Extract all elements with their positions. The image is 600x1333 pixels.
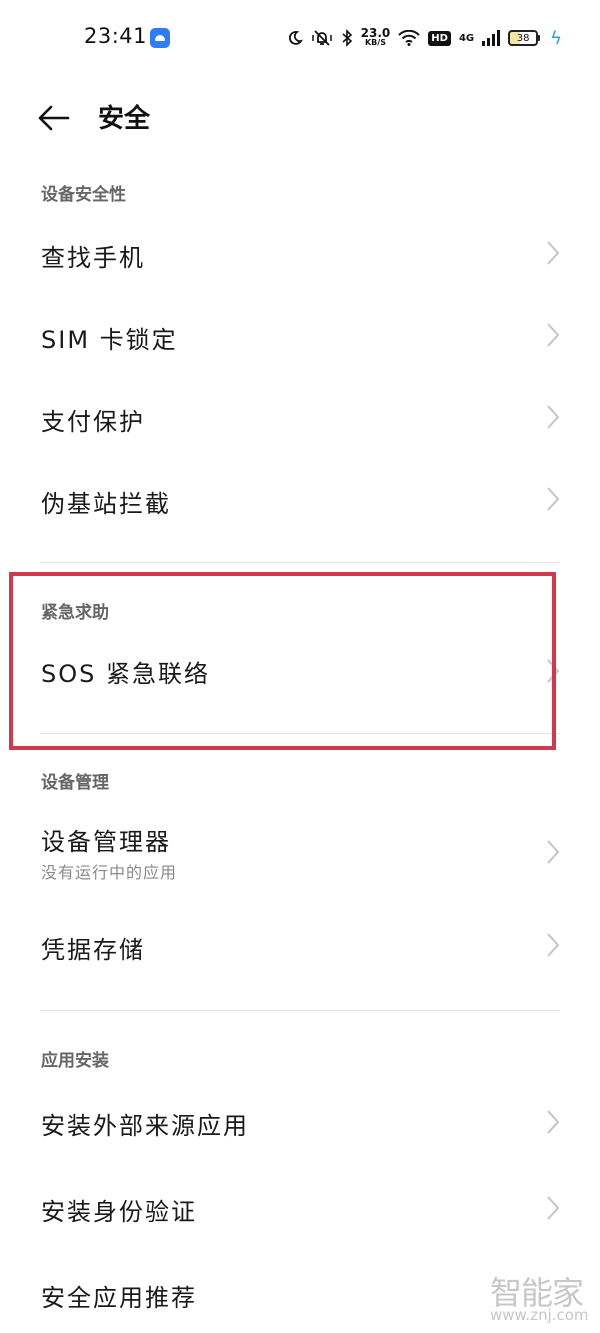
net-speed: 23.0 KB/S xyxy=(360,26,391,48)
android-app-icon xyxy=(150,28,170,48)
highlight-box xyxy=(9,572,556,750)
item-title: SIM 卡锁定 xyxy=(41,326,178,354)
page-title: 安全 xyxy=(98,104,151,134)
list-item-sim-lock[interactable]: SIM 卡锁定 xyxy=(0,294,600,376)
list-item-device-manager[interactable]: 设备管理器 没有运行中的应用 xyxy=(0,802,600,902)
battery-level: 38 xyxy=(508,30,539,46)
item-title: 设备管理器 xyxy=(41,828,171,856)
mute-bell-icon xyxy=(311,30,332,46)
chevron-right-icon xyxy=(547,1196,560,1220)
chevron-right-icon xyxy=(547,405,560,429)
battery-icon: 38 xyxy=(508,30,541,46)
watermark-url: www.znj.com xyxy=(490,1306,589,1324)
charging-icon: ϟ xyxy=(550,27,562,49)
item-title: 支付保护 xyxy=(41,408,145,436)
chevron-right-icon xyxy=(547,840,560,864)
list-item-payment-protection[interactable]: 支付保护 xyxy=(0,376,600,458)
item-title: 伪基站拦截 xyxy=(41,490,171,518)
item-subtitle: 没有运行中的应用 xyxy=(41,863,178,882)
status-bar: 23:41 23.0 KB/S HD 4G 38 ϟ xyxy=(0,0,600,76)
chevron-right-icon xyxy=(547,323,560,347)
section-label-device-security: 设备安全性 xyxy=(41,185,126,205)
bluetooth-icon xyxy=(342,29,352,47)
section-label-app-install: 应用安装 xyxy=(41,1051,109,1071)
chevron-right-icon xyxy=(547,487,560,511)
chevron-right-icon xyxy=(547,1110,560,1134)
status-time: 23:41 xyxy=(84,24,148,48)
section-label-device-management: 设备管理 xyxy=(41,773,109,793)
divider xyxy=(40,1010,560,1011)
network-type: 4G xyxy=(458,32,475,44)
list-item-install-verification[interactable]: 安装身份验证 xyxy=(0,1166,600,1250)
chevron-right-icon xyxy=(547,241,560,265)
wifi-icon xyxy=(398,30,420,46)
net-speed-unit: KB/S xyxy=(364,38,386,47)
status-icons: 23.0 KB/S HD 4G 38 ϟ xyxy=(287,24,562,52)
item-title: 安全应用推荐 xyxy=(41,1284,197,1312)
back-arrow-icon[interactable] xyxy=(34,100,74,136)
list-item-fake-base-station[interactable]: 伪基站拦截 xyxy=(0,458,600,540)
watermark: 智能家 www.znj.com xyxy=(486,1268,596,1328)
item-title: 凭据存储 xyxy=(41,936,145,964)
divider xyxy=(40,562,560,563)
list-item-credential-storage[interactable]: 凭据存储 xyxy=(0,902,600,988)
list-item-find-phone[interactable]: 查找手机 xyxy=(0,212,600,294)
item-title: 查找手机 xyxy=(41,244,145,272)
item-title: 安装身份验证 xyxy=(41,1198,197,1226)
item-title: 安装外部来源应用 xyxy=(41,1112,249,1140)
net-speed-value: 23.0 xyxy=(360,26,391,40)
list-item-install-unknown-sources[interactable]: 安装外部来源应用 xyxy=(0,1080,600,1164)
signal-icon xyxy=(482,30,501,46)
moon-icon xyxy=(288,31,303,45)
header: 安全 xyxy=(0,80,600,156)
chevron-right-icon xyxy=(547,933,560,957)
hd-badge: HD xyxy=(428,30,451,46)
